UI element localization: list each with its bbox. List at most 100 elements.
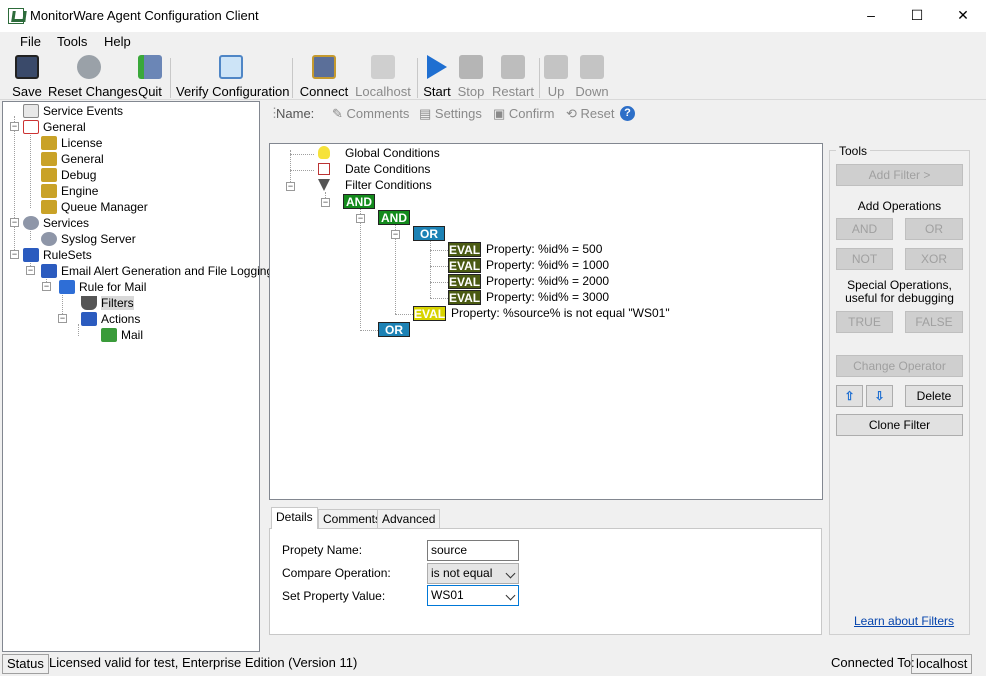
delete-button[interactable]: Delete <box>905 385 963 407</box>
filter-conditions-node[interactable]: Filter Conditions <box>345 178 432 192</box>
minimize-button[interactable]: – <box>848 0 894 32</box>
move-down-button[interactable]: ⇩ <box>866 385 893 407</box>
down-button[interactable]: Down <box>574 55 610 99</box>
menu-file[interactable]: File <box>20 34 41 49</box>
eval-source-text[interactable]: Property: %source% is not equal "WS01" <box>451 306 670 320</box>
menu-tools[interactable]: Tools <box>57 34 87 49</box>
connect-button[interactable]: Connect <box>299 55 349 99</box>
eval-property-text[interactable]: Property: %id% = 500 <box>486 242 602 256</box>
tree-line <box>430 282 448 283</box>
configuration-tree[interactable]: − − − − − − Service Events General Licen… <box>2 101 273 652</box>
quit-button[interactable]: Quit <box>136 55 164 99</box>
settings-icon: ▤ <box>419 106 435 121</box>
tree-item-service-events[interactable]: Service Events <box>23 103 123 119</box>
localhost-button[interactable]: Localhost <box>354 55 412 99</box>
tree-item-services[interactable]: Services <box>23 215 89 231</box>
collapse-rulesets-toggle[interactable]: − <box>10 250 19 259</box>
operator-and-node[interactable]: AND <box>378 210 410 225</box>
checklist-icon <box>23 120 39 134</box>
up-button[interactable]: Up <box>544 55 568 99</box>
save-button[interactable]: Save <box>12 55 42 99</box>
compare-operation-select[interactable]: is not equal <box>427 563 519 584</box>
stop-button[interactable]: Stop <box>456 55 486 99</box>
tree-item-rulesets[interactable]: RuleSets <box>23 247 92 263</box>
tab-advanced[interactable]: Advanced <box>377 509 441 529</box>
reset-button[interactable]: ⟲ Reset <box>566 106 614 122</box>
eval-node[interactable]: EVAL <box>448 290 481 305</box>
mail-action-icon <box>101 328 117 342</box>
date-conditions-node[interactable]: Date Conditions <box>345 162 430 176</box>
or-button[interactable]: OR <box>905 218 963 240</box>
property-name-input[interactable]: source <box>427 540 519 561</box>
start-button[interactable]: Start <box>423 55 451 99</box>
tree-item-email-alert-ruleset[interactable]: Email Alert Generation and File Logging <box>41 263 273 279</box>
menu-help[interactable]: Help <box>104 34 131 49</box>
eval-node-selected[interactable]: EVAL <box>413 306 446 321</box>
true-button[interactable]: TRUE <box>836 311 893 333</box>
tree-item-queue-manager[interactable]: Queue Manager <box>41 199 148 215</box>
collapse-and-toggle[interactable]: − <box>356 214 365 223</box>
collapse-rule-toggle[interactable]: − <box>42 282 51 291</box>
gear-shield-icon <box>41 184 57 198</box>
window-title: MonitorWare Agent Configuration Client <box>30 8 259 23</box>
tree-item-filters[interactable]: Filters <box>81 295 134 311</box>
comments-button[interactable]: ✎ Comments <box>332 106 409 122</box>
false-button[interactable]: FALSE <box>905 311 963 333</box>
maximize-button[interactable]: ☐ <box>894 0 940 32</box>
tree-item-rule-for-mail[interactable]: Rule for Mail <box>59 279 146 295</box>
tree-line <box>430 266 448 267</box>
tree-item-license[interactable]: License <box>41 135 102 151</box>
gear-shield-icon <box>41 168 57 182</box>
learn-about-filters-link[interactable]: Learn about Filters <box>854 614 954 628</box>
collapse-and-toggle[interactable]: − <box>321 198 330 207</box>
collapse-services-toggle[interactable]: − <box>10 218 19 227</box>
not-button[interactable]: NOT <box>836 248 893 270</box>
add-filter-button[interactable]: Add Filter > <box>836 164 963 186</box>
lightbulb-icon <box>318 146 330 159</box>
collapse-or-toggle[interactable]: − <box>391 230 400 239</box>
gear-shield-icon <box>41 200 57 214</box>
confirm-button[interactable]: ▣ Confirm <box>493 106 554 122</box>
connected-host-value: localhost <box>911 654 972 674</box>
verify-configuration-button[interactable]: Verify Configuration <box>176 55 289 99</box>
settings-button[interactable]: ▤ Settings <box>419 106 482 122</box>
operator-or-node[interactable]: OR <box>378 322 410 337</box>
eval-node[interactable]: EVAL <box>448 242 481 257</box>
menu-bar <box>0 32 986 53</box>
close-button[interactable]: ✕ <box>940 0 986 32</box>
tree-item-actions[interactable]: Actions <box>81 311 140 327</box>
property-name-label: Propety Name: <box>282 543 363 557</box>
chevron-down-icon <box>505 568 516 579</box>
tree-item-debug[interactable]: Debug <box>41 167 96 183</box>
xor-button[interactable]: XOR <box>905 248 963 270</box>
eval-property-text[interactable]: Property: %id% = 3000 <box>486 290 609 304</box>
tree-item-mail[interactable]: Mail <box>101 327 143 343</box>
tab-details[interactable]: Details <box>271 507 318 529</box>
property-value-combobox[interactable]: WS01 <box>427 585 519 606</box>
operator-or-node[interactable]: OR <box>413 226 445 241</box>
tree-item-syslog-server[interactable]: Syslog Server <box>41 231 136 247</box>
move-up-button[interactable]: ⇧ <box>836 385 863 407</box>
clone-filter-button[interactable]: Clone Filter <box>836 414 963 436</box>
collapse-actions-toggle[interactable]: − <box>58 314 67 323</box>
tree-item-general-settings[interactable]: General <box>41 151 104 167</box>
eval-node[interactable]: EVAL <box>448 274 481 289</box>
and-button[interactable]: AND <box>836 218 893 240</box>
tree-item-engine[interactable]: Engine <box>41 183 98 199</box>
tree-item-general[interactable]: General <box>23 119 86 135</box>
filter-tree[interactable]: − − − − Global Conditions Date Condition… <box>269 143 823 500</box>
tab-comments[interactable]: Comments <box>318 509 387 529</box>
operator-and-node[interactable]: AND <box>343 194 375 209</box>
change-operator-button[interactable]: Change Operator <box>836 355 963 377</box>
restart-button[interactable]: Restart <box>492 55 534 99</box>
global-conditions-node[interactable]: Global Conditions <box>345 146 440 160</box>
eval-node[interactable]: EVAL <box>448 258 481 273</box>
help-icon[interactable]: ? <box>620 106 635 121</box>
collapse-filter-conditions-toggle[interactable]: − <box>286 182 295 191</box>
eval-property-text[interactable]: Property: %id% = 1000 <box>486 258 609 272</box>
reset-changes-button[interactable]: Reset Changes <box>48 55 138 99</box>
collapse-general-toggle[interactable]: − <box>10 122 19 131</box>
collapse-ruleset-toggle[interactable]: − <box>26 266 35 275</box>
eval-property-text[interactable]: Property: %id% = 2000 <box>486 274 609 288</box>
tree-line <box>290 170 314 171</box>
